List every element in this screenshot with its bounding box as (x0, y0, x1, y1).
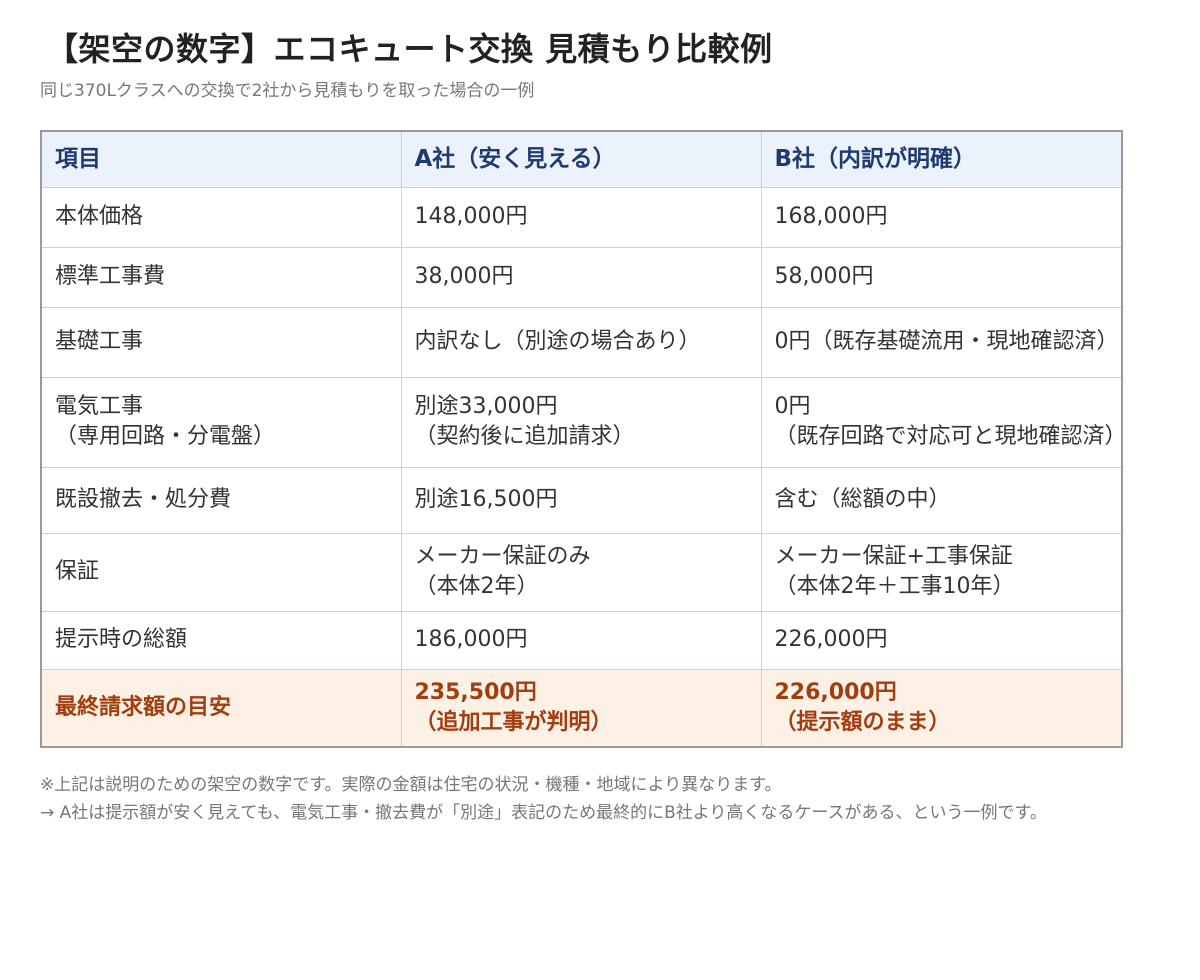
row-item-cell: 標準工事費 (41, 247, 402, 308)
cell-text: （本体2年＋工事10年） (774, 574, 1015, 599)
page-title: 【架空の数字】エコキュート交換 見積もり比較例 (46, 30, 773, 68)
row-a-cell: 186,000円 (401, 611, 762, 670)
final-row-label: 最終請求額の目安 (41, 669, 402, 747)
footnote-conclusion: → A社は提示額が安く見えても、電気工事・撤去費が「別途」表記のため最終的にB社… (40, 803, 1047, 823)
cell-text: 38,000円 (414, 264, 514, 289)
cell-text: 226,000円 (774, 627, 888, 652)
row-b-cell: メーカー保証+工事保証 （本体2年＋工事10年） (761, 533, 1123, 612)
cell-text: 186,000円 (414, 627, 528, 652)
row-item-cell: 既設撤去・処分費 (41, 467, 402, 534)
row-b-cell: 0円（既存基礎流用・現地確認済） (761, 307, 1123, 378)
cell-text: 保証 (55, 559, 100, 584)
table-row: 電気工事 （専用回路・分電盤） 別途33,000円 （契約後に追加請求） 0円 … (41, 377, 1127, 468)
cell-text: 本体価格 (55, 204, 144, 229)
cell-text: 別途33,000円 (414, 394, 558, 419)
row-a-cell: 38,000円 (401, 247, 762, 308)
cell-text: メーカー保証のみ (414, 544, 591, 569)
table-row: 本体価格 148,000円 168,000円 (41, 187, 1123, 248)
cell-text: 0円（既存基礎流用・現地確認済） (774, 329, 1119, 354)
row-a-cell: 別途16,500円 (401, 467, 762, 534)
row-item-cell: 提示時の総額 (41, 611, 402, 670)
cell-text: （追加工事が判明） (414, 709, 613, 735)
cell-text: 標準工事費 (55, 264, 166, 289)
cell-text: （既存回路で対応可と現地確認済） (774, 424, 1127, 449)
cell-text: 148,000円 (414, 204, 528, 229)
column-header-company-a: A社（安く見える） (401, 131, 762, 188)
row-item-cell: 電気工事 （専用回路・分電盤） (41, 377, 402, 468)
page: 【架空の数字】エコキュート交換 見積もり比較例 同じ370Lクラスへの交換で2社… (0, 0, 1200, 980)
table-row: 標準工事費 38,000円 58,000円 (41, 247, 1123, 308)
final-amount-row: 最終請求額の目安 235,500円 （追加工事が判明） 226,000円 （提示… (41, 669, 1123, 747)
row-item-cell: 保証 (41, 533, 402, 612)
column-header-item: 項目 (41, 131, 402, 188)
row-a-cell: メーカー保証のみ （本体2年） (401, 533, 762, 612)
cell-text: 別途16,500円 (414, 487, 558, 512)
row-a-cell: 148,000円 (401, 187, 762, 248)
final-row-b-cell: 226,000円 （提示額のまま） (761, 669, 1123, 747)
row-b-cell: 226,000円 (761, 611, 1123, 670)
row-item-cell: 本体価格 (41, 187, 402, 248)
table-header-row: 項目 A社（安く見える） B社（内訳が明確） (41, 131, 1123, 188)
row-b-cell: 58,000円 (761, 247, 1123, 308)
row-a-cell: 別途33,000円 （契約後に追加請求） (401, 377, 762, 468)
cell-text: （提示額のまま） (774, 709, 951, 735)
table-row: 既設撤去・処分費 別途16,500円 含む（総額の中） (41, 467, 1123, 534)
cell-text: （契約後に追加請求） (414, 424, 635, 449)
cell-text: メーカー保証+工事保証 (774, 544, 1013, 569)
cell-text: 0円 (774, 394, 811, 419)
cell-text: 既設撤去・処分費 (55, 487, 232, 512)
cell-text: 58,000円 (774, 264, 874, 289)
row-item-cell: 基礎工事 (41, 307, 402, 378)
cell-text: 含む（総額の中） (774, 487, 951, 512)
cell-text: 内訳なし（別途の場合あり） (414, 329, 701, 354)
row-a-cell: 内訳なし（別途の場合あり） (401, 307, 762, 378)
cell-text: 235,500円 (414, 679, 537, 705)
row-b-cell: 含む（総額の中） (761, 467, 1123, 534)
cell-text: （専用回路・分電盤） (55, 424, 276, 449)
cell-text: 168,000円 (774, 204, 888, 229)
table-row: 提示時の総額 186,000円 226,000円 (41, 611, 1123, 670)
row-b-cell: 168,000円 (761, 187, 1123, 248)
cell-text: 226,000円 (774, 679, 897, 705)
cell-text: （本体2年） (414, 574, 539, 599)
cell-text: 基礎工事 (55, 329, 144, 354)
final-row-a-cell: 235,500円 （追加工事が判明） (401, 669, 762, 747)
comparison-table: 項目 A社（安く見える） B社（内訳が明確） 本体価格 148,000円 168… (40, 130, 1127, 748)
row-b-cell: 0円 （既存回路で対応可と現地確認済） (761, 377, 1127, 468)
cell-text: 提示時の総額 (55, 627, 188, 652)
page-subtitle: 同じ370Lクラスへの交換で2社から見積もりを取った場合の一例 (40, 81, 535, 101)
table-row: 基礎工事 内訳なし（別途の場合あり） 0円（既存基礎流用・現地確認済） (41, 307, 1123, 378)
cell-text: 電気工事 (55, 394, 144, 419)
table-row: 保証 メーカー保証のみ （本体2年） メーカー保証+工事保証 （本体2年＋工事1… (41, 533, 1123, 612)
footnote-disclaimer: ※上記は説明のための架空の数字です。実際の金額は住宅の状況・機種・地域により異な… (40, 775, 782, 795)
column-header-company-b: B社（内訳が明確） (761, 131, 1123, 188)
